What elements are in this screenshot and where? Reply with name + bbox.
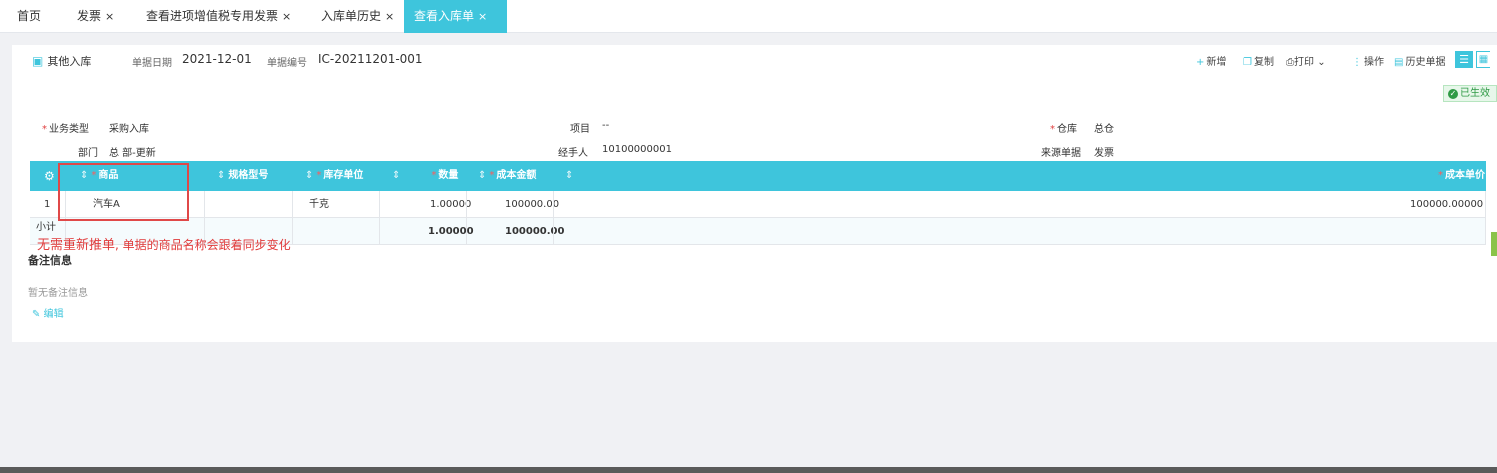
tab-bar: 首页 发票 × 查看进项增值税专用发票 × 入库单历史 × 查看入库单 ×: [0, 0, 1497, 33]
print-button[interactable]: ⎙打印 ⌄: [1286, 53, 1326, 68]
doc-type-label: 其他入库: [47, 55, 92, 68]
col-divider: [466, 191, 467, 245]
col-unit[interactable]: ⇕ * 库存单位: [305, 161, 363, 191]
remarks-edit-link[interactable]: ✎ 编辑: [32, 305, 64, 320]
check-circle-icon: ✓: [1448, 89, 1458, 99]
print-icon: ⎙: [1286, 57, 1294, 68]
tab-view-stockin[interactable]: 查看入库单 ×: [404, 0, 507, 33]
ops-label: 操作: [1364, 57, 1384, 68]
print-label: 打印: [1294, 57, 1314, 68]
doc-type-tab[interactable]: ▣ 其他入库: [12, 45, 122, 79]
biz-type-value: 采购入库: [109, 124, 149, 135]
cell-price[interactable]: 100000.00000: [1410, 191, 1483, 218]
label-text: 仓库: [1057, 124, 1077, 135]
sort-icon[interactable]: ⇕: [565, 170, 573, 181]
plus-icon: +: [1196, 57, 1205, 68]
col-divider: [379, 191, 380, 245]
copy-button[interactable]: ❐ 复制: [1243, 53, 1274, 68]
status-label: 已生效: [1460, 88, 1490, 99]
col-label: 成本单价: [1445, 170, 1485, 181]
list-view-icon[interactable]: ☰: [1455, 51, 1473, 68]
tab-home[interactable]: 首页: [7, 0, 51, 33]
sort-icon[interactable]: ⇕: [478, 170, 486, 181]
tab-label: 查看进项增值税专用发票: [146, 9, 279, 23]
grid-view-icon[interactable]: ▦: [1476, 51, 1490, 68]
project-label: 项目: [570, 124, 590, 135]
ops-button[interactable]: ⋮ 操作: [1352, 53, 1384, 68]
source-value: 发票: [1094, 148, 1114, 159]
biz-type-label: * 业务类型: [42, 124, 89, 135]
col-divider: [1485, 191, 1486, 245]
col-amount[interactable]: ⇕ * 成本金额: [478, 161, 536, 191]
history-label: 历史单据: [1405, 57, 1446, 68]
handler-label: 经手人: [558, 148, 588, 159]
sort-icon[interactable]: ⇕: [305, 170, 313, 181]
warehouse-label: * 仓库: [1050, 124, 1077, 135]
annotation-highlight-box: [58, 163, 189, 221]
label-text: 业务类型: [49, 124, 89, 135]
subtotal-amount: 100000.00: [505, 226, 565, 237]
cell-amount[interactable]: 100000.00: [505, 191, 559, 218]
col-extra-sort[interactable]: ⇕: [565, 161, 576, 191]
status-badge: ✓ 已生效: [1443, 85, 1497, 102]
warehouse-value: 总仓: [1094, 124, 1114, 135]
sort-icon[interactable]: ⇕: [217, 170, 225, 181]
tab-stockin-history[interactable]: 入库单历史 ×: [311, 0, 404, 33]
bottom-strip: [0, 467, 1497, 473]
copy-label: 复制: [1253, 57, 1274, 68]
tab-label: 发票: [77, 9, 102, 23]
copy-icon: ❐: [1243, 57, 1252, 68]
number-value: IC-20211201-001: [318, 52, 423, 66]
col-label: 库存单位: [323, 170, 364, 181]
col-label: 规格型号: [228, 170, 269, 181]
new-label: 新增: [1206, 57, 1227, 68]
history-icon: ▤: [1394, 57, 1404, 68]
dept-label: 部门: [78, 148, 98, 159]
number-label: 单据编号: [267, 58, 307, 69]
annotation-text: 无需重新推单, 单据的商品名称会跟着同步变化: [37, 238, 291, 253]
doc-icon: ▣: [32, 54, 44, 68]
date-value: 2021-12-01: [182, 52, 252, 66]
tab-invoice[interactable]: 发票 ×: [67, 0, 124, 33]
cell-unit[interactable]: 千克: [309, 191, 329, 218]
history-button[interactable]: ▤ 历史单据: [1394, 53, 1445, 68]
side-handle[interactable]: [1491, 232, 1497, 256]
source-label: 来源单据: [1041, 148, 1081, 159]
table-row[interactable]: 1 汽车A 千克 1.00000 100000.00 100000.00000: [30, 191, 1486, 218]
project-value: --: [602, 120, 610, 131]
tab-vat-invoice[interactable]: 查看进项增值税专用发票 ×: [136, 0, 301, 33]
col-price[interactable]: * 成本单价: [1438, 161, 1485, 191]
col-divider: [553, 191, 554, 245]
col-label: 数量: [438, 170, 459, 181]
new-button[interactable]: + 新增: [1196, 53, 1226, 68]
document-panel: ▣ 其他入库 单据日期 2021-12-01 单据编号 IC-20211201-…: [12, 45, 1497, 342]
settings-gear-icon[interactable]: ⚙: [44, 161, 55, 191]
close-icon[interactable]: ×: [105, 10, 114, 23]
tab-label: 首页: [17, 9, 42, 23]
tab-label: 入库单历史: [321, 9, 382, 23]
table-header: ⚙ ⇕ * 商品 ⇕ 规格型号 ⇕ * 库存单位 ⇕ * 数量 ⇕ * 成本金额 ⇕ * 成本单价: [30, 161, 1486, 191]
col-label: 成本金额: [496, 170, 537, 181]
date-label: 单据日期: [132, 58, 172, 69]
chevron-down-icon[interactable]: ⌄: [1317, 57, 1325, 68]
col-spec[interactable]: ⇕ 规格型号: [217, 161, 268, 191]
col-qty[interactable]: ⇕ * 数量: [392, 161, 458, 191]
close-icon[interactable]: ×: [282, 10, 291, 23]
annotation-part1: 无需重新推单: [37, 238, 116, 253]
sort-icon[interactable]: ⇕: [392, 170, 400, 181]
close-icon[interactable]: ×: [478, 10, 487, 23]
remarks-title: 备注信息: [28, 254, 72, 267]
close-icon[interactable]: ×: [385, 10, 394, 23]
tab-label: 查看入库单: [414, 9, 475, 23]
annotation-part2: 单据的商品名称会跟着同步变化: [122, 238, 291, 252]
handler-value: 10100000001: [602, 144, 672, 155]
ops-icon: ⋮: [1352, 57, 1362, 68]
edit-label: 编辑: [43, 309, 64, 320]
remarks-empty: 暂无备注信息: [28, 288, 88, 299]
edit-icon: ✎: [32, 309, 41, 320]
col-divider: [292, 191, 293, 245]
dept-value: 总 部-更新: [109, 148, 156, 159]
